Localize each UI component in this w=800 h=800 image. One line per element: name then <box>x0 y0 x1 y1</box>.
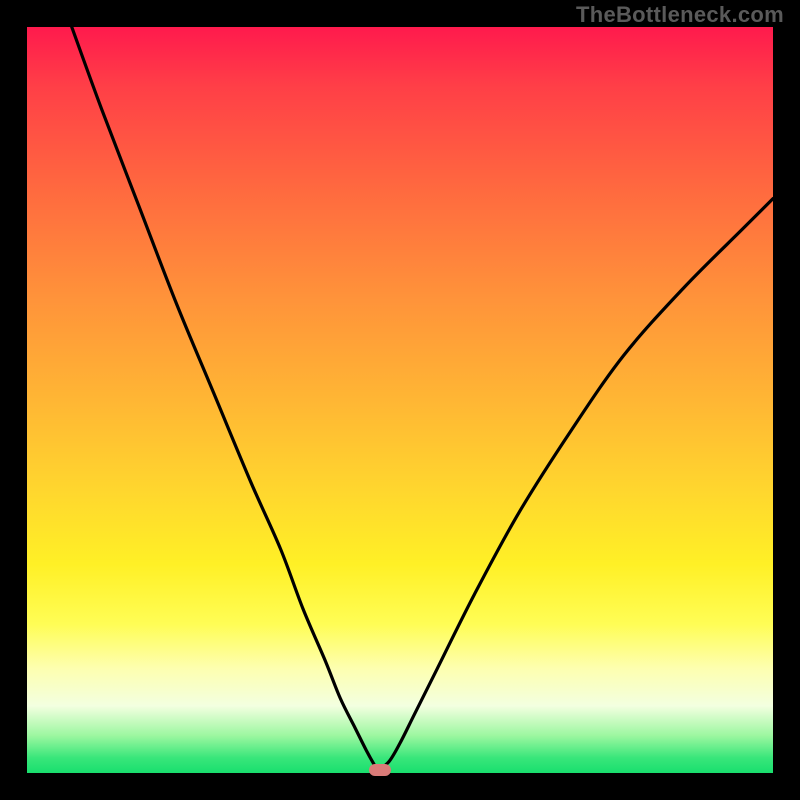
gradient-plot-area <box>27 27 773 773</box>
watermark-text: TheBottleneck.com <box>576 2 784 28</box>
bottleneck-curve <box>27 27 773 773</box>
chart-frame: TheBottleneck.com <box>0 0 800 800</box>
optimal-marker <box>369 764 391 776</box>
